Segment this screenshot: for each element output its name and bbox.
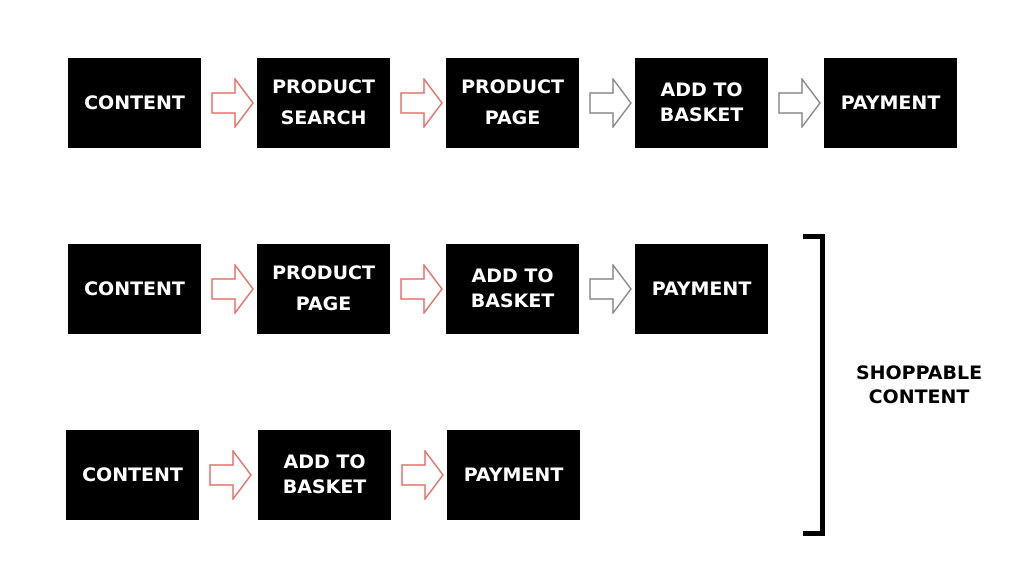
step-box-content: CONTENT: [66, 430, 199, 520]
step-box-payment: PAYMENT: [635, 244, 768, 334]
step-box-product-search: PRODUCT SEARCH: [257, 58, 390, 148]
arrow-right-icon: [211, 262, 255, 316]
group-label: SHOPPABLE CONTENT: [855, 362, 983, 408]
step-box-product-page: PRODUCT PAGE: [257, 244, 390, 334]
step-box-payment: PAYMENT: [824, 58, 957, 148]
arrow-right-icon: [589, 76, 633, 130]
step-box-add-to-basket: ADD TO BASKET: [446, 244, 579, 334]
arrow-right-icon: [211, 76, 255, 130]
arrow-right-icon: [400, 76, 444, 130]
arrow-right-icon: [209, 448, 253, 502]
arrow-right-icon: [401, 448, 445, 502]
arrow-right-icon: [778, 76, 822, 130]
step-box-content: CONTENT: [68, 58, 201, 148]
step-box-content: CONTENT: [68, 244, 201, 334]
step-box-product-page: PRODUCT PAGE: [446, 58, 579, 148]
group-bracket: [803, 234, 825, 536]
step-box-payment: PAYMENT: [447, 430, 580, 520]
step-box-add-to-basket: ADD TO BASKET: [635, 58, 768, 148]
arrow-right-icon: [589, 262, 633, 316]
arrow-right-icon: [400, 262, 444, 316]
step-box-add-to-basket: ADD TO BASKET: [258, 430, 391, 520]
